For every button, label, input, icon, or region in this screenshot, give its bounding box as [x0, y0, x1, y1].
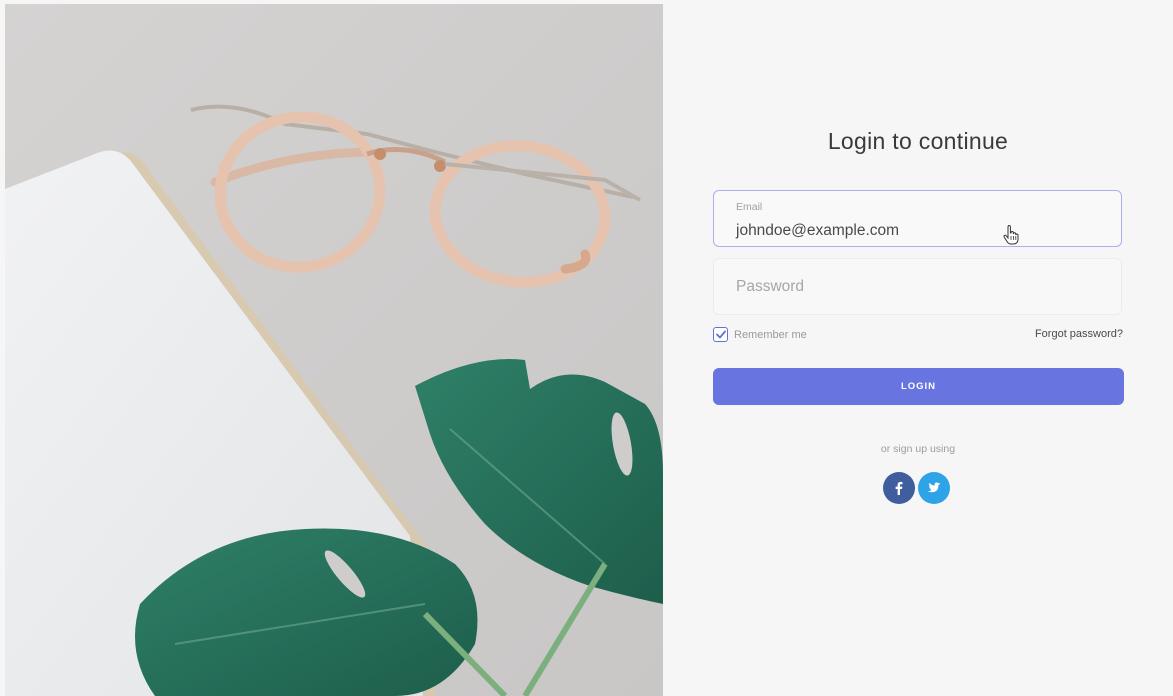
signup-prompt: or sign up using: [880, 443, 956, 455]
email-label: Email: [736, 201, 763, 213]
twitter-button[interactable]: [918, 472, 950, 504]
forgot-password-link[interactable]: Forgot password?: [1035, 328, 1123, 340]
facebook-button[interactable]: [883, 472, 915, 504]
login-title: Login to continue: [827, 128, 1009, 154]
twitter-icon: [927, 482, 941, 493]
login-panel: Login to continue Email johndoe@example.…: [663, 0, 1173, 696]
eyeglasses: [190, 104, 641, 288]
hero-photo: [5, 4, 663, 696]
password-input[interactable]: [736, 278, 1096, 296]
email-value[interactable]: johndoe@example.com: [736, 222, 899, 240]
email-field[interactable]: Email johndoe@example.com: [713, 190, 1122, 247]
remember-me-label: Remember me: [734, 328, 807, 341]
hand-cursor-icon: [1003, 225, 1019, 245]
password-field[interactable]: [713, 258, 1122, 315]
remember-me[interactable]: Remember me: [713, 327, 807, 342]
social-login: [883, 472, 950, 504]
hero-illustration: [5, 104, 663, 696]
login-button[interactable]: LOGIN: [713, 368, 1124, 405]
facebook-icon: [895, 481, 903, 495]
remember-me-checkbox[interactable]: [713, 327, 728, 342]
login-page: Login to continue Email johndoe@example.…: [0, 0, 1173, 696]
checkmark-icon: [715, 330, 726, 339]
